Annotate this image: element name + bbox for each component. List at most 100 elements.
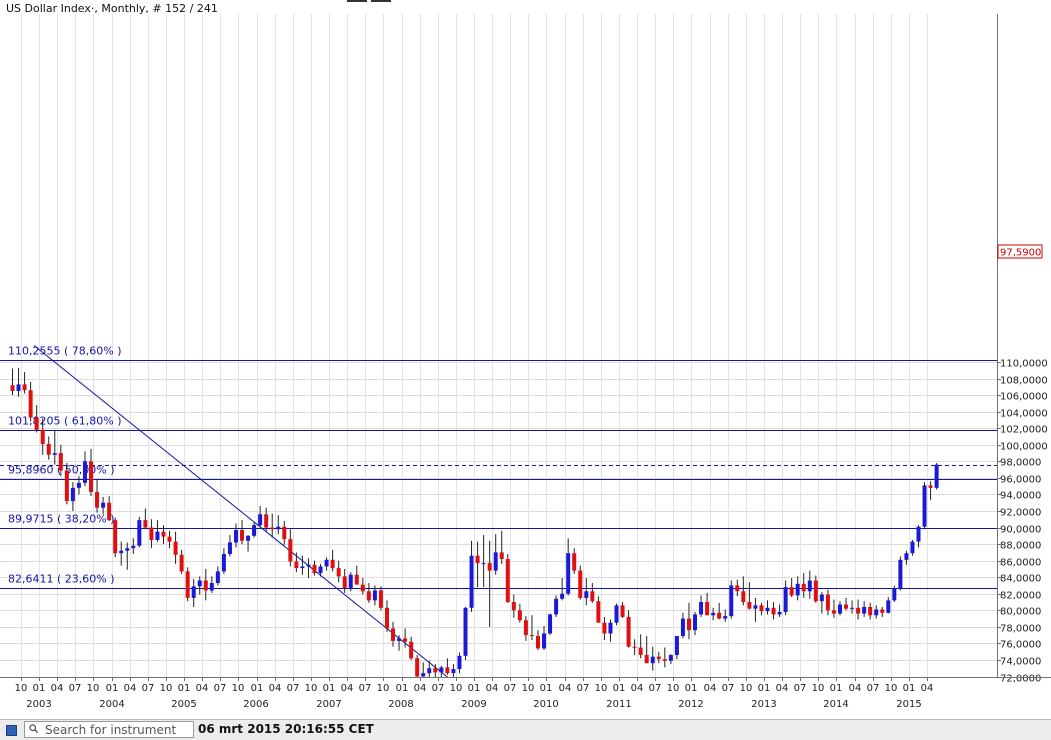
candle xyxy=(898,556,903,591)
candle-body xyxy=(348,574,353,588)
x-tick-label: 07 xyxy=(287,683,300,694)
candle-body xyxy=(469,555,474,608)
candle-body xyxy=(892,588,897,601)
x-tick-label: 04 xyxy=(269,683,282,694)
candle-body xyxy=(16,384,21,392)
x-tick-label: 10 xyxy=(15,683,28,694)
candle-body xyxy=(699,602,704,615)
candle-body xyxy=(107,502,112,521)
x-tick-label: 04 xyxy=(704,683,717,694)
candle xyxy=(934,463,939,490)
candle-body xyxy=(457,655,462,670)
candle-body xyxy=(620,605,625,617)
x-year-label: 2014 xyxy=(823,699,848,710)
x-tick-label: 10 xyxy=(450,683,463,694)
candle-body xyxy=(270,527,275,530)
x-tick-label: 04 xyxy=(921,683,934,694)
candle-body xyxy=(668,654,673,661)
search-input[interactable] xyxy=(45,722,191,737)
candle-body xyxy=(880,609,885,613)
x-tick-label: 04 xyxy=(776,683,789,694)
x-tick-label: 10 xyxy=(305,683,318,694)
candle-body xyxy=(445,667,450,674)
candle-body xyxy=(403,638,408,642)
x-tick-label: 07 xyxy=(577,683,590,694)
title-tab-right xyxy=(371,0,391,2)
x-tick-label: 04 xyxy=(631,683,644,694)
candle-body xyxy=(221,554,226,572)
candle-body xyxy=(421,673,426,677)
candle-body xyxy=(264,514,269,528)
candle-body xyxy=(771,607,776,615)
candle-body xyxy=(584,591,589,598)
candle-body xyxy=(741,591,746,603)
candle xyxy=(113,517,118,558)
candle-body xyxy=(844,604,849,609)
candle xyxy=(922,482,927,530)
candle-body xyxy=(807,580,812,592)
x-year-label: 2006 xyxy=(243,699,268,710)
candle-body xyxy=(638,647,643,655)
x-tick-label: 10 xyxy=(160,683,173,694)
candle-body xyxy=(886,600,891,613)
current-price-label: 97,5900 xyxy=(1000,248,1041,259)
candle-body xyxy=(825,594,830,611)
candle-body xyxy=(626,616,631,647)
candle-body xyxy=(735,585,740,592)
candle-body xyxy=(161,531,166,537)
candle-body xyxy=(922,485,927,527)
candle-body xyxy=(554,598,559,615)
x-tick-label: 01 xyxy=(540,683,553,694)
candle-body xyxy=(52,453,57,455)
x-tick-label: 01 xyxy=(33,683,46,694)
x-year-label: 2008 xyxy=(388,699,413,710)
candle xyxy=(548,613,553,636)
candle-body xyxy=(342,576,347,588)
candle-body xyxy=(463,607,468,656)
candle-body xyxy=(409,641,414,659)
candle-body xyxy=(934,464,939,488)
candle-body xyxy=(493,552,498,571)
candle-body xyxy=(723,616,728,619)
candle-body xyxy=(819,594,824,602)
x-tick-label: 04 xyxy=(559,683,572,694)
candle-body xyxy=(910,541,915,554)
candle-body xyxy=(729,585,734,617)
candle-body xyxy=(813,580,818,602)
candle-body xyxy=(306,564,311,567)
candle-body xyxy=(227,542,232,555)
candle-body xyxy=(928,485,933,488)
x-tick-label: 01 xyxy=(830,683,843,694)
search-box[interactable] xyxy=(24,721,194,738)
candle-body xyxy=(765,607,770,612)
x-tick-label: 01 xyxy=(758,683,771,694)
candle-body xyxy=(149,527,154,540)
candle-body xyxy=(203,580,208,591)
candle-body xyxy=(874,609,879,616)
x-tick-label: 10 xyxy=(87,683,100,694)
x-tick-label: 04 xyxy=(196,683,209,694)
x-tick-label: 10 xyxy=(667,683,680,694)
candle-body xyxy=(58,453,63,471)
color-square-icon[interactable] xyxy=(6,725,17,736)
x-year-label: 2013 xyxy=(751,699,776,710)
candle-body xyxy=(233,530,238,543)
candle-body xyxy=(674,635,679,655)
x-year-label: 2012 xyxy=(678,699,703,710)
y-tick-label: 92,0000 xyxy=(1000,508,1041,519)
candle-body xyxy=(499,552,504,559)
candle-body xyxy=(89,461,94,492)
y-tick-label: 100,0000 xyxy=(1000,442,1048,453)
candle-body xyxy=(312,564,317,574)
candle-body xyxy=(155,531,160,540)
candle-body xyxy=(548,614,553,634)
candle-body xyxy=(427,668,432,674)
candle xyxy=(185,567,190,602)
candle-body xyxy=(378,590,383,608)
candle-body xyxy=(70,487,75,502)
candle-body xyxy=(101,502,106,508)
x-tick-label: 04 xyxy=(414,683,427,694)
candle-body xyxy=(397,638,402,641)
candle-body xyxy=(753,605,758,609)
candle-body xyxy=(336,568,341,577)
